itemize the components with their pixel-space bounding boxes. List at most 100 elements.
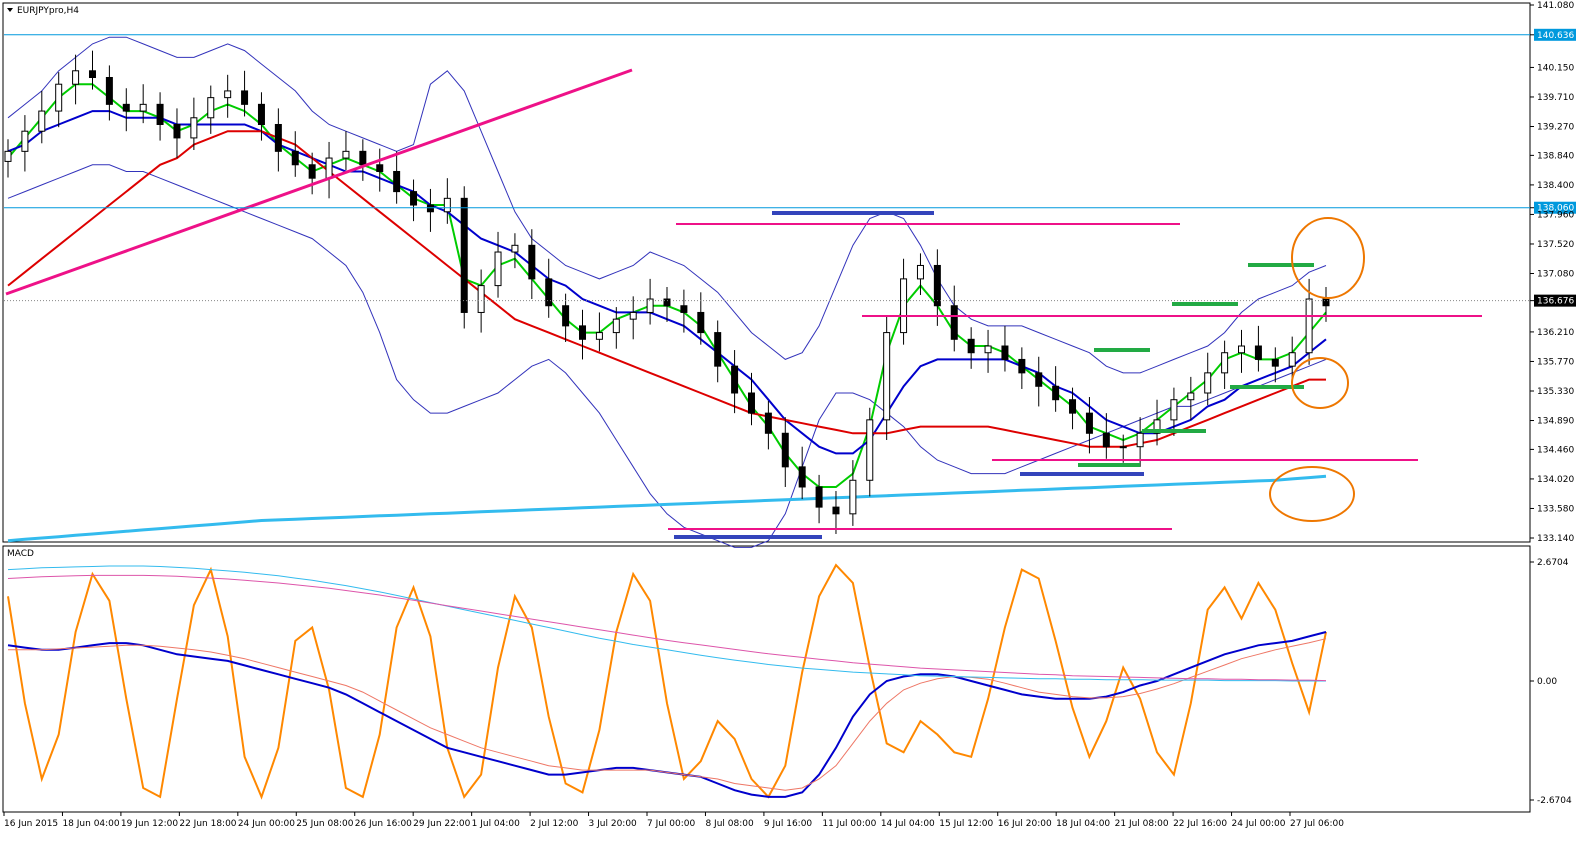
y-tick-label: 138.400 (1537, 181, 1574, 191)
candle-body (494, 251, 502, 287)
candle-body (291, 150, 299, 166)
candle-body (156, 103, 164, 125)
y-tick-label: 134.020 (1537, 475, 1574, 485)
candle-body (426, 204, 434, 213)
macd-y-tick-label: 0.00 (1537, 677, 1557, 687)
candle-body (1271, 358, 1279, 367)
candle-body (629, 311, 637, 320)
y-tick-label: 139.270 (1537, 123, 1574, 133)
candle-body (139, 103, 147, 112)
candle-body (1221, 352, 1229, 374)
x-tick-label: 18 Jun 04:00 (62, 819, 119, 829)
y-tick-label: 135.330 (1537, 387, 1574, 397)
y-tick-label: 133.580 (1537, 504, 1574, 514)
x-tick-label: 15 Jul 12:00 (939, 819, 993, 829)
x-tick-label: 21 Jul 08:00 (1115, 819, 1169, 829)
candle-body (528, 244, 536, 280)
candle-body (1170, 399, 1178, 421)
macd-y-tick-label: -2.6704 (1537, 796, 1572, 806)
candle-body (38, 110, 46, 132)
candle-body (1238, 345, 1246, 354)
candle-body (680, 305, 688, 313)
candle-body (410, 191, 418, 206)
y-tick-label: 135.770 (1537, 357, 1574, 367)
candle-body (342, 150, 350, 159)
chart-root: 141.080 140.636 140.150 139.710 139.270 138.8… (0, 0, 1593, 842)
candle-body (747, 392, 755, 414)
y-tick-label: 137.960 (1537, 210, 1574, 220)
candle-body (883, 332, 891, 421)
x-tick-label: 1 Jul 04:00 (472, 819, 521, 829)
candle-body (443, 197, 451, 213)
y-tick-label: 133.140 (1537, 534, 1574, 544)
candle-body (224, 90, 232, 99)
x-tick-label: 14 Jul 04:00 (881, 819, 935, 829)
candle-body (376, 164, 384, 172)
x-tick-label: 19 Jun 12:00 (121, 819, 178, 829)
y-tick-label: 139.710 (1537, 93, 1574, 103)
x-tick-label: 8 Jul 08:00 (705, 819, 754, 829)
candle-body (173, 123, 181, 139)
candle-body (697, 311, 705, 334)
candle-body (1001, 345, 1009, 360)
candle-body (764, 412, 772, 434)
candle-body (274, 123, 282, 152)
x-tick-label: 9 Jul 16:00 (764, 819, 813, 829)
candle-body (72, 70, 80, 85)
candle-body (257, 103, 265, 125)
candle-body (714, 332, 722, 367)
candle-body (612, 318, 620, 334)
candle-body (1305, 298, 1313, 354)
candle-body (325, 157, 333, 179)
candle-body (950, 305, 958, 340)
x-tick-label: 22 Jun 18:00 (179, 819, 236, 829)
y-tick-label: 141.080 (1537, 1, 1574, 11)
macd-title: MACD (7, 549, 34, 559)
candle-body (393, 170, 401, 193)
candle-body (21, 130, 29, 152)
candle-body (190, 117, 198, 139)
x-tick-label: 18 Jul 04:00 (1056, 819, 1110, 829)
x-tick-label: 16 Jul 20:00 (998, 819, 1052, 829)
candle-body (308, 164, 316, 179)
current-price-label: 136.676 (1537, 297, 1574, 307)
y-tick-label: 134.890 (1537, 417, 1574, 427)
candle-body (1018, 358, 1026, 374)
candle-body (477, 285, 485, 313)
chart-canvas: 141.080 140.636 140.150 139.710 139.270 138.8… (0, 0, 1593, 842)
candle-body (4, 150, 12, 162)
y-tick-label: 137.520 (1537, 240, 1574, 250)
candle-body (511, 244, 519, 253)
y-tick-label: 136.210 (1537, 328, 1574, 338)
x-tick-label: 24 Jul 00:00 (1232, 819, 1286, 829)
candle-body (984, 345, 992, 354)
x-tick-label: 2 Jul 12:00 (530, 819, 579, 829)
x-tick-label: 16 Jun 2015 (4, 819, 58, 829)
candle-body (663, 298, 671, 307)
candle-body (579, 325, 587, 340)
x-tick-label: 25 Jun 08:00 (296, 819, 353, 829)
candle-body (1254, 345, 1262, 360)
level-price-label: 140.636 (1537, 31, 1574, 41)
candle-body (1102, 432, 1110, 448)
candle-body (595, 332, 603, 340)
candle-body (832, 506, 840, 515)
candle-body (562, 305, 570, 327)
candle-body (1204, 372, 1212, 394)
candle-body (900, 278, 908, 334)
chart-title: EURJPYpro,H4 (17, 6, 79, 16)
candle-body (731, 365, 739, 394)
y-tick-label: 134.460 (1537, 445, 1574, 455)
candle-body (967, 338, 975, 354)
candle-body (359, 150, 367, 166)
candle-body (241, 90, 249, 105)
y-tick-label: 138.840 (1537, 151, 1574, 161)
x-tick-label: 27 Jul 06:00 (1290, 819, 1344, 829)
x-tick-label: 7 Jul 00:00 (647, 819, 696, 829)
candle-body (1069, 399, 1077, 414)
candle-body (798, 466, 806, 488)
candle-body (1136, 432, 1144, 448)
macd-y-tick-label: 2.6704 (1537, 558, 1569, 568)
candle-body (545, 278, 553, 307)
candle-body (1119, 446, 1127, 449)
